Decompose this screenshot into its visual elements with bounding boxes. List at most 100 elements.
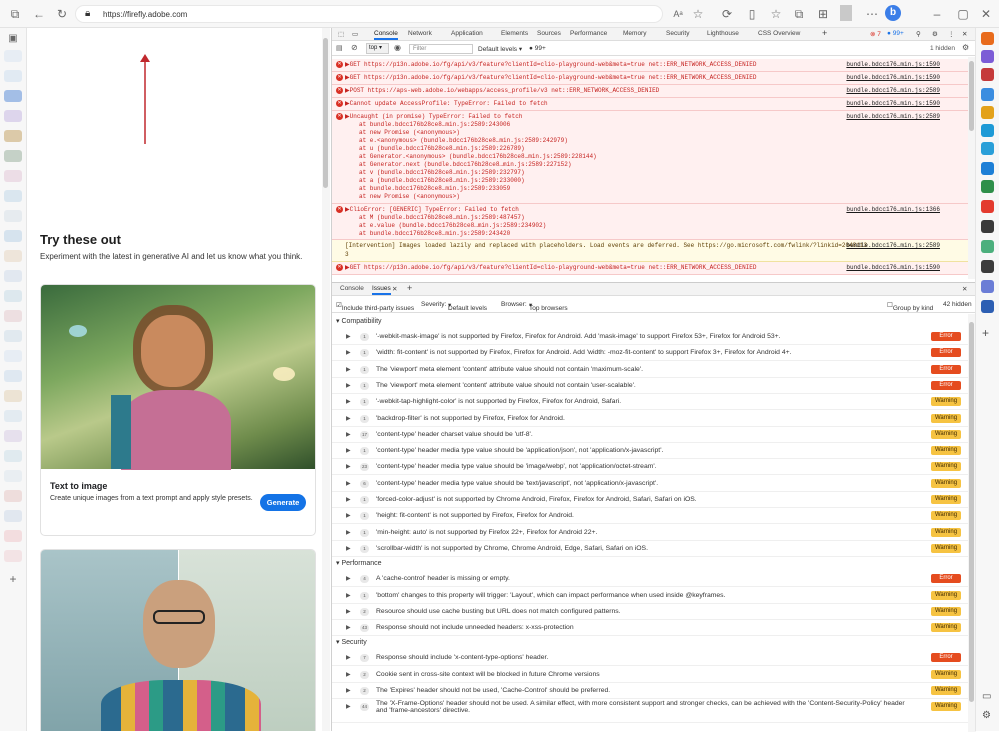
sidebar-app-icon[interactable] xyxy=(981,162,994,175)
expand-caret-icon[interactable]: ▶ xyxy=(346,496,351,503)
issue-row[interactable]: ▶ 17 'content-type' header charset value s… xyxy=(332,427,968,443)
issue-row[interactable]: ▶ 1 'content-type' header media type value… xyxy=(332,443,968,460)
console-error-row[interactable]: ✕ ▶GET https://p13n.adobe.io/fg/api/v3/fe… xyxy=(332,72,968,85)
expand-caret-icon[interactable]: ▶ xyxy=(346,703,351,710)
read-aloud-icon[interactable]: Aᵃ xyxy=(670,6,686,22)
expand-caret-icon[interactable]: ▶ xyxy=(346,592,351,599)
expand-caret-icon[interactable]: ▶ xyxy=(346,415,351,422)
tab-item[interactable] xyxy=(4,310,22,322)
issue-row[interactable]: ▶ 6 'content-type' header media type value… xyxy=(332,476,968,492)
settings-gear-icon[interactable]: ⚙ xyxy=(932,30,938,38)
tab-css-overview[interactable]: CSS Overview xyxy=(758,30,800,37)
issue-row[interactable]: ▶ 1 'forced-color-adjust' is not supported… xyxy=(332,492,968,508)
tab-sources[interactable]: Sources xyxy=(537,30,561,37)
issue-row[interactable]: ▶ 23 'content-type' header media type valu… xyxy=(332,459,968,476)
tab-item[interactable] xyxy=(4,350,22,362)
tab-item[interactable] xyxy=(4,210,22,222)
more-menu-icon[interactable]: ⋯ xyxy=(864,6,880,22)
tab-memory[interactable]: Memory xyxy=(623,30,646,37)
issue-row[interactable]: ▶ 43 Response should not include unneeded … xyxy=(332,620,968,637)
maximize-icon[interactable]: ▢ xyxy=(955,6,971,22)
tab-item[interactable] xyxy=(4,290,22,302)
workspaces-icon[interactable]: ⧉ xyxy=(7,6,23,22)
new-tab-icon[interactable]: + xyxy=(5,571,21,587)
console-clio-error[interactable]: ✕ ▶ClioError: [GENERIC] TypeError: Faile… xyxy=(332,204,968,240)
add-drawer-tab-icon[interactable]: + xyxy=(407,283,412,293)
issue-row[interactable]: ▶ 1 The 'viewport' meta element 'content' … xyxy=(332,362,968,378)
text-to-image-card[interactable]: Text to image Create unique images from … xyxy=(40,284,316,536)
sidebar-app-icon[interactable] xyxy=(981,50,994,63)
extensions-icon[interactable]: ⟳ xyxy=(719,6,735,22)
console-error-row[interactable]: ✕ ▶GET https://p13n.adobe.io/fg/api/v3/fe… xyxy=(332,262,968,275)
issue-row[interactable]: ▶ 2 Cookie sent in cross-site context will… xyxy=(332,667,968,683)
sidebar-app-icon[interactable] xyxy=(981,88,994,101)
issue-row[interactable]: ▶ 44 The 'X-Frame-Options' header should n… xyxy=(332,699,968,724)
error-count-badge[interactable]: ⊗ 7 xyxy=(870,30,881,38)
context-select[interactable]: top ▾ xyxy=(366,43,389,54)
issue-row[interactable]: ▶ 1 '-webkit-mask-image' is not supported … xyxy=(332,329,968,345)
expand-caret-icon[interactable]: ▶ xyxy=(346,349,351,356)
expand-caret-icon[interactable]: ▶ xyxy=(346,382,351,389)
expand-caret-icon[interactable]: ▶ xyxy=(346,654,351,661)
sidebar-app-icon[interactable] xyxy=(981,300,994,313)
apps-icon[interactable]: ⊞ xyxy=(815,6,831,22)
tab-item[interactable] xyxy=(4,230,22,242)
expand-caret-icon[interactable]: ▶ xyxy=(346,687,351,694)
console-intervention[interactable]: [Intervention] Images loaded lazily and … xyxy=(332,240,968,262)
tab-item[interactable] xyxy=(4,510,22,522)
expand-caret-icon[interactable]: ▶ xyxy=(346,480,351,487)
expand-caret-icon[interactable]: ▶ xyxy=(346,512,351,519)
favorites-icon[interactable]: ☆ xyxy=(768,6,784,22)
sidebar-app-icon[interactable] xyxy=(981,106,994,119)
issue-row[interactable]: ▶ 1 '-webkit-tap-highlight-color' is not s… xyxy=(332,394,968,411)
console-error-row[interactable]: ✕ ▶POST https://aps-web.adobe.io/webapps/… xyxy=(332,85,968,98)
sidebar-app-icon[interactable] xyxy=(981,200,994,213)
console-error-row[interactable]: ✕ ▶Cannot update AccessProfile: TypeError… xyxy=(332,98,968,111)
favorite-star-icon[interactable]: ☆ xyxy=(690,6,706,22)
close-issues-tab-icon[interactable]: ✕ xyxy=(392,285,397,293)
page-scrollbar[interactable] xyxy=(322,28,330,731)
tab-item[interactable] xyxy=(4,250,22,262)
tab-lighthouse[interactable]: Lighthouse xyxy=(707,30,739,37)
more-options-icon[interactable]: ⋮ xyxy=(948,30,955,38)
tab-performance[interactable]: Performance xyxy=(570,30,607,37)
address-bar[interactable]: 🔒︎ https://firefly.adobe.com xyxy=(75,5,663,23)
tab-security[interactable]: Security xyxy=(666,30,689,37)
severity-dropdown[interactable]: Default levels ▾ xyxy=(448,301,487,312)
tab-item[interactable] xyxy=(4,270,22,282)
drawer-tab-console[interactable]: Console xyxy=(340,285,364,292)
sidebar-toggle-icon[interactable]: ▤ xyxy=(336,44,343,52)
profile-avatar[interactable] xyxy=(840,5,852,21)
issue-row[interactable]: ▶ 1 'scrollbar-width' is not supported by … xyxy=(332,541,968,557)
back-icon[interactable]: ← xyxy=(31,6,47,22)
tab-item[interactable] xyxy=(4,390,22,402)
issue-category-compat[interactable]: ▾ Compatibility xyxy=(336,317,382,325)
issue-row[interactable]: ▶ 1 'width: fit-content' is not supported … xyxy=(332,345,968,362)
issue-row[interactable]: ▶ 1 The 'viewport' meta element 'content' … xyxy=(332,378,968,394)
tab-item[interactable] xyxy=(4,490,22,502)
drawer-tab-issues[interactable]: Issues xyxy=(372,285,391,295)
issue-row[interactable]: ▶ 4 A 'cache-control' header is missing or… xyxy=(332,571,968,588)
console-settings-icon[interactable]: ⚙ xyxy=(962,43,969,52)
group-by-kind-checkbox[interactable]: ☐ Group by kind xyxy=(887,301,933,312)
expand-caret-icon[interactable]: ▶ xyxy=(346,608,351,615)
issue-row[interactable]: ▶ 1 'backdrop-filter' is not supported by … xyxy=(332,411,968,427)
tab-application[interactable]: Application xyxy=(451,30,483,37)
tab-item[interactable] xyxy=(4,330,22,342)
issue-row[interactable]: ▶ 1 'height: fit-content' is not supported… xyxy=(332,508,968,525)
expand-caret-icon[interactable]: ▶ xyxy=(346,575,351,582)
add-sidebar-app-icon[interactable]: + xyxy=(982,326,989,340)
console-error-row[interactable]: ✕ ▶GET https://p13n.adobe.io/fg/api/v3/fe… xyxy=(332,59,968,72)
expand-caret-icon[interactable]: ▶ xyxy=(346,333,351,340)
tab-item[interactable] xyxy=(4,130,22,142)
sidebar-settings-icon[interactable]: ⚙ xyxy=(982,710,991,721)
expand-caret-icon[interactable]: ▶ xyxy=(346,398,351,405)
tab-item[interactable] xyxy=(4,450,22,462)
issue-row[interactable]: ▶ 1 'bottom' changes to this property will… xyxy=(332,588,968,604)
copilot-icon[interactable]: b xyxy=(885,5,901,21)
tab-actions-icon[interactable]: ▣ xyxy=(5,31,21,47)
tab-console[interactable]: Console xyxy=(374,30,398,40)
device-icon[interactable]: ▭ xyxy=(352,30,358,38)
sidebar-app-icon[interactable] xyxy=(981,240,994,253)
inspect-icon[interactable]: ⬚ xyxy=(338,30,344,38)
